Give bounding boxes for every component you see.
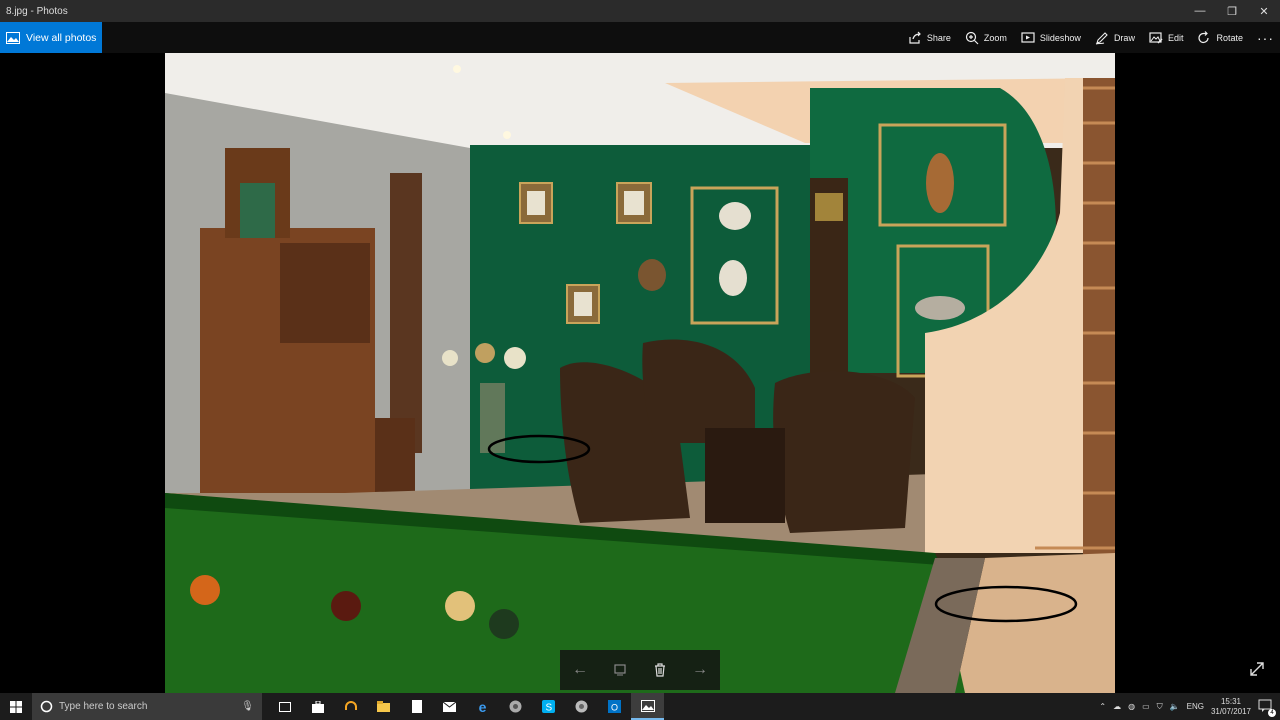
clock[interactable]: 15:31 31/07/2017 [1211,697,1251,717]
skype-icon[interactable]: S [532,693,565,720]
minimize-button[interactable]: — [1184,0,1216,22]
photo-nav-bar: ← → [560,650,720,690]
draw-icon [1095,31,1108,45]
rotate-button[interactable]: Rotate [1197,30,1243,45]
billiard-room-photo [165,53,1115,693]
edge-icon[interactable]: e [466,693,499,720]
task-view-icon[interactable] [268,693,301,720]
security-icon[interactable]: ⛉ [1157,702,1163,712]
share-icon [909,31,921,44]
outlook-icon[interactable]: O [598,693,631,720]
edit-label: Edit [1167,32,1184,43]
svg-text:S: S [546,703,553,714]
photos-icon [6,31,20,44]
chevron-up-icon[interactable]: ⌃ [1099,702,1106,711]
headphones-icon[interactable] [334,693,367,720]
microphone-icon[interactable]: 🎙 [241,701,254,712]
share-label: Share [926,32,951,43]
windows-icon [10,700,22,713]
zoom-icon [965,31,979,44]
search-placeholder: Type here to search [59,701,148,712]
window-title: 8.jpg - Photos [6,5,68,17]
taskbar: Type here to search 🎙 e S O ⌃ ☁ ◍ ▭ ⛉ 🔈 … [0,693,1280,720]
draw-button[interactable]: Draw [1095,31,1135,45]
close-button[interactable]: ✕ [1248,0,1280,22]
battery-icon[interactable]: ▭ [1142,702,1150,711]
cortana-icon [40,700,53,713]
zoom-button[interactable]: Zoom [965,31,1007,45]
rotate-label: Rotate [1216,32,1243,43]
start-button[interactable] [0,693,32,720]
mail-icon[interactable] [433,693,466,720]
volume-icon[interactable]: 🔈 [1170,702,1180,711]
rotate-icon [1198,30,1210,43]
slideshow-button[interactable]: Slideshow [1021,31,1081,45]
next-arrow-icon[interactable]: → [688,658,712,682]
slideshow-icon [1021,31,1035,43]
previous-arrow-icon[interactable]: ← [568,658,592,682]
full-screen-button[interactable] [1248,660,1266,678]
svg-text:O: O [611,703,618,713]
taskbar-search-box[interactable]: Type here to search 🎙 [32,693,262,720]
store-icon[interactable] [301,693,334,720]
clock-date: 31/07/2017 [1210,706,1251,716]
onedrive-icon[interactable]: ☁ [1113,702,1121,711]
language-indicator[interactable]: ENG [1187,702,1204,711]
more-options-button[interactable]: ··· [1257,30,1274,46]
action-center-button[interactable]: 4 [1258,699,1276,717]
network-icon[interactable]: ◍ [1128,702,1135,711]
edit-button[interactable]: Edit [1149,31,1184,45]
slideshow-label: Slideshow [1039,32,1081,43]
title-bar: 8.jpg - Photos — ❐ ✕ [0,0,1280,22]
view-all-photos-button[interactable]: View all photos [0,22,102,53]
expand-icon [1250,662,1264,676]
photos-icon[interactable] [631,693,664,720]
notification-count: 4 [1268,708,1276,717]
info-icon[interactable] [608,658,632,682]
system-tray: ⌃ ☁ ◍ ▭ ⛉ 🔈 ENG 15:31 31/07/2017 4 [1099,697,1280,717]
file-explorer-icon[interactable] [367,693,400,720]
view-all-label: View all photos [26,31,97,44]
restore-button[interactable]: ❐ [1216,0,1248,22]
zoom-label: Zoom [983,32,1007,43]
notepad-icon[interactable] [400,693,433,720]
edit-icon [1149,31,1163,44]
chrome-icon[interactable] [499,693,532,720]
share-button[interactable]: Share [908,31,951,45]
photos-toolbar: View all photos Share Zoom Slideshow Dra… [0,22,1280,53]
photo-display[interactable] [165,53,1115,693]
draw-label: Draw [1113,32,1135,43]
clock-time: 15:31 [1220,696,1241,706]
delete-icon[interactable] [648,658,672,682]
chrome-canary-icon[interactable] [565,693,598,720]
